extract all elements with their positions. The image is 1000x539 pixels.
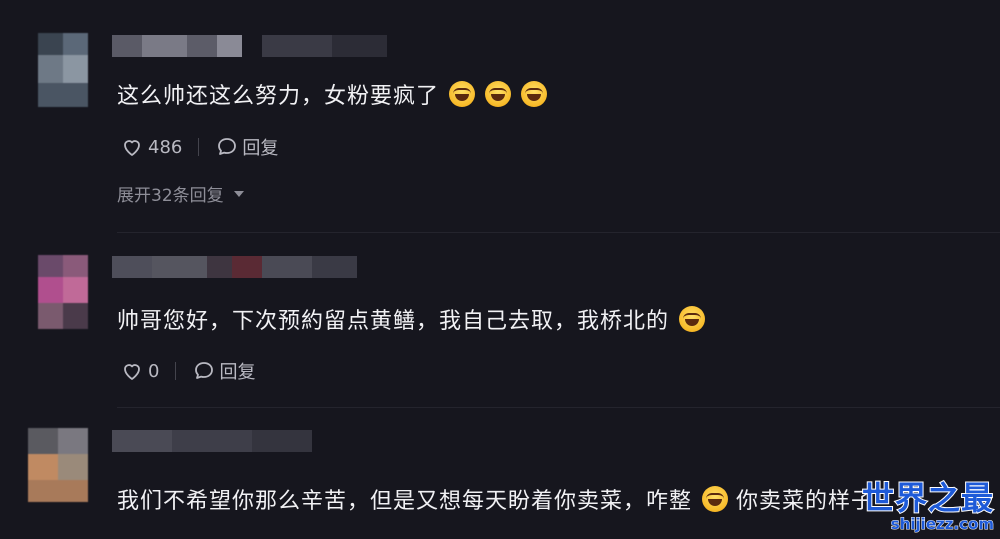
- chat-bubble-icon: [195, 362, 214, 379]
- expand-replies-button[interactable]: 展开32条回复: [117, 181, 244, 206]
- reply-button[interactable]: 回复: [192, 358, 255, 384]
- reply-button[interactable]: 回复: [215, 134, 278, 160]
- laughing-emoji-icon: [702, 486, 729, 512]
- caret-down-icon: [233, 190, 244, 197]
- laughing-emoji-icon: [521, 81, 548, 107]
- like-button[interactable]: 486: [120, 135, 182, 159]
- laughing-emoji-icon: [449, 81, 476, 107]
- watermark: 世界之最 shijiezz.com: [861, 479, 995, 534]
- grinning-emoji-icon: [679, 306, 706, 332]
- like-button[interactable]: 0: [120, 359, 159, 383]
- divider: [198, 138, 200, 156]
- laughing-emoji-icon: [485, 81, 512, 107]
- heart-outline-icon: [124, 364, 140, 380]
- watermark-url: shijiezz.com: [890, 515, 994, 534]
- reply-label: 回复: [242, 138, 279, 159]
- avatar[interactable]: [28, 428, 88, 502]
- like-count: 0: [148, 360, 160, 382]
- chat-bubble-icon: [218, 138, 237, 155]
- reply-label: 回复: [219, 362, 256, 383]
- like-count: 486: [148, 136, 183, 158]
- avatar[interactable]: [38, 33, 88, 107]
- divider: [175, 362, 177, 380]
- avatar[interactable]: [38, 255, 88, 329]
- divider: [117, 407, 1000, 408]
- watermark-title: 世界之最: [861, 479, 994, 517]
- divider: [117, 232, 1000, 233]
- comment-text: 帅哥您好，下次预約留点黄鳝，我自己去取，我桥北的: [117, 303, 706, 335]
- heart-outline-icon: [124, 140, 140, 156]
- comment-text: 这么帅还这么努力，女粉要疯了: [117, 78, 548, 110]
- comment-text: 我们不希望你那么辛苦，但是又想每天盼着你卖菜，咋整 你卖菜的样子: [117, 483, 874, 515]
- expand-replies-label: 展开32条回复: [117, 186, 224, 206]
